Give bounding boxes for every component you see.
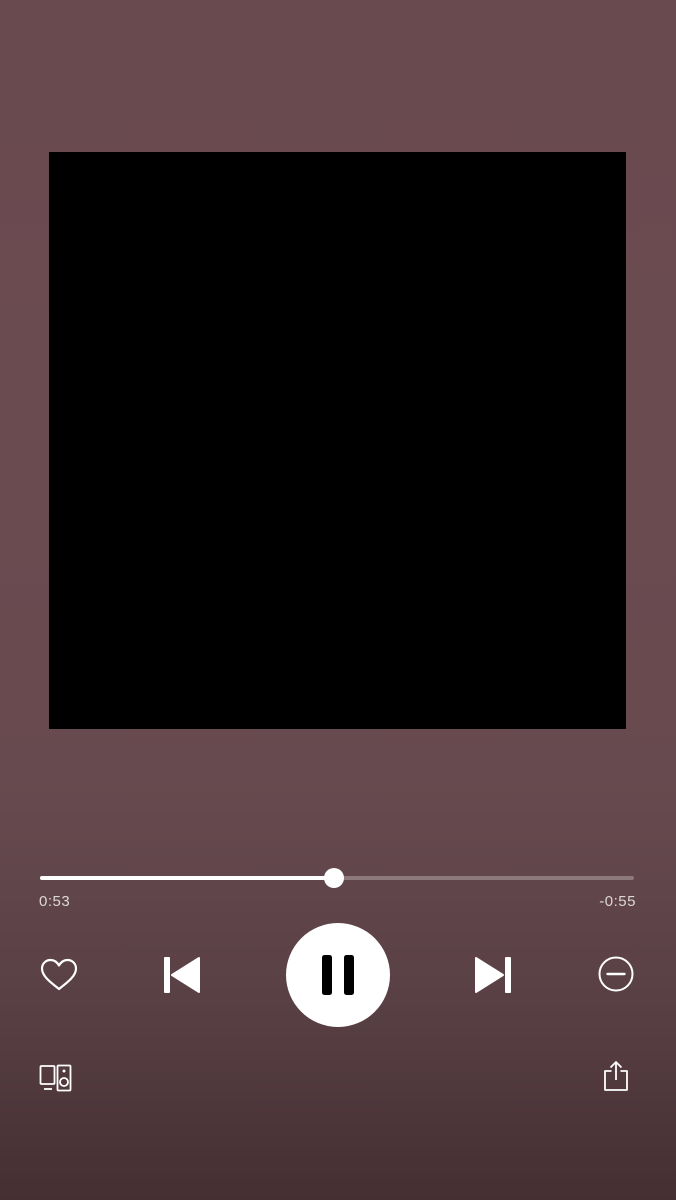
play-pause-button[interactable] [286, 923, 390, 1027]
like-button[interactable] [38, 954, 80, 996]
elapsed-time: 0:53 [39, 893, 71, 910]
remaining-time: -0:55 [599, 893, 636, 910]
connect-devices-button[interactable] [37, 1061, 75, 1095]
share-button[interactable] [599, 1058, 633, 1094]
hide-song-button[interactable] [594, 952, 638, 996]
skip-next-icon [475, 957, 511, 993]
progress-bar[interactable] [40, 866, 634, 890]
progress-fill [40, 876, 335, 880]
pause-icon [322, 955, 354, 995]
minus-circle-icon [598, 956, 634, 992]
previous-button[interactable] [158, 952, 204, 998]
skip-previous-icon [164, 957, 200, 993]
heart-icon [40, 958, 78, 991]
progress-thumb[interactable] [324, 868, 345, 888]
next-button[interactable] [471, 952, 517, 998]
album-artwork [49, 152, 626, 729]
connect-devices-icon [39, 1064, 72, 1092]
share-icon [604, 1061, 628, 1091]
